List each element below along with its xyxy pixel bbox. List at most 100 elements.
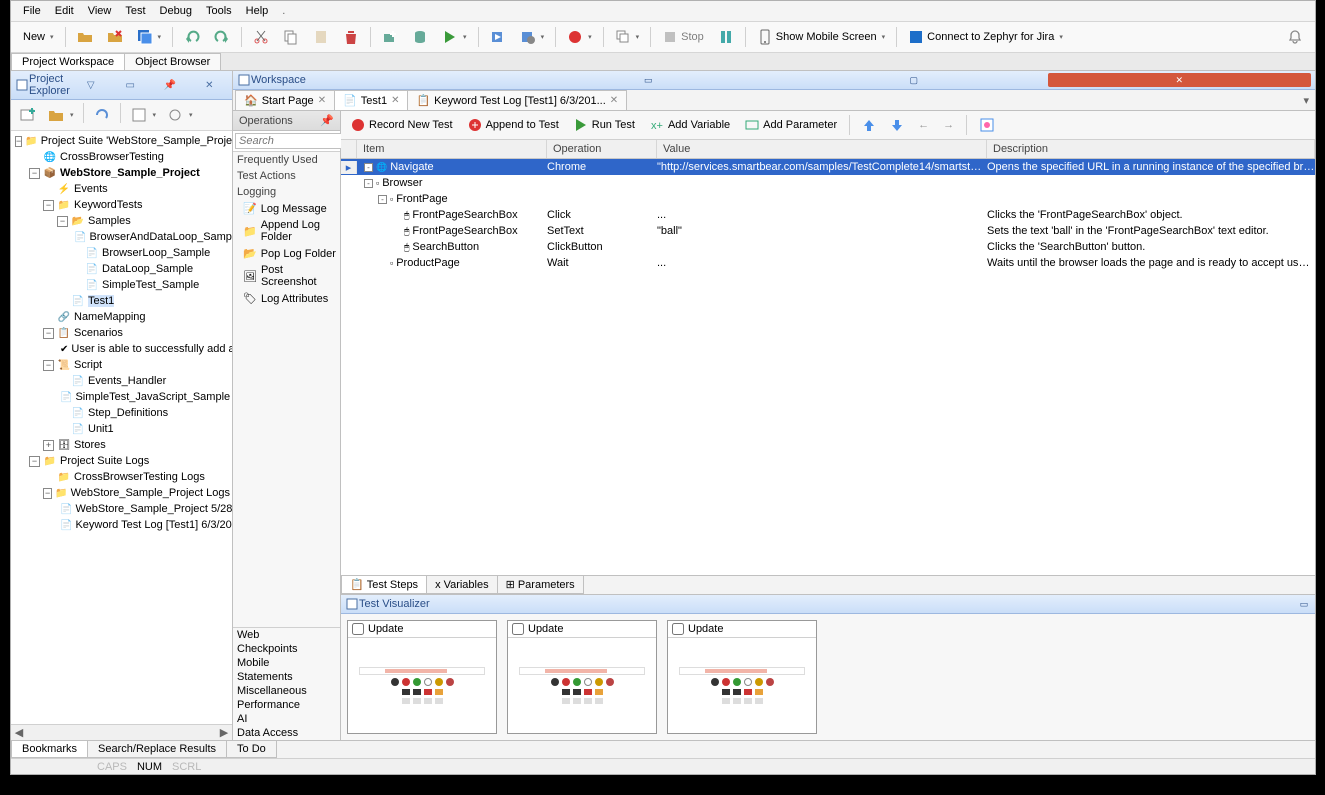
tv-collapse-icon[interactable]: ▭: [1297, 597, 1311, 611]
move-up-icon[interactable]: [857, 115, 881, 135]
col-value[interactable]: Value: [657, 140, 987, 158]
redo-icon[interactable]: [208, 25, 236, 49]
add-folder-icon[interactable]: ▾: [43, 103, 78, 127]
ops-cat[interactable]: Mobile: [233, 656, 340, 670]
ops-cat[interactable]: Statements: [233, 670, 340, 684]
visualizer-thumb[interactable]: Update: [347, 620, 497, 734]
visualizer-thumb[interactable]: Update: [667, 620, 817, 734]
tab-start-page[interactable]: 🏠Start Page✕: [235, 90, 335, 110]
menu-tools[interactable]: Tools: [200, 3, 238, 19]
tree-item[interactable]: KeywordTests: [74, 199, 142, 211]
run-project-icon[interactable]: [484, 25, 512, 49]
copy-icon[interactable]: [277, 25, 305, 49]
paste-icon[interactable]: [307, 25, 335, 49]
keyword-row[interactable]: 🖱FrontPageSearchBoxClick...Clicks the 'F…: [341, 207, 1315, 223]
run-test-button[interactable]: Run Test: [568, 114, 640, 136]
tab-object-browser[interactable]: Object Browser: [124, 53, 221, 70]
update-checkbox[interactable]: [512, 623, 524, 635]
tree-item[interactable]: BrowserLoop_Sample: [102, 247, 210, 259]
col-item[interactable]: Item: [357, 140, 547, 158]
ops-cat[interactable]: Logging: [233, 184, 340, 200]
tab-test-steps[interactable]: 📋Test Steps: [341, 576, 427, 594]
options-icon[interactable]: ▾: [162, 103, 197, 127]
menu-view[interactable]: View: [82, 3, 118, 19]
keyword-rows[interactable]: ▸-🌐NavigateChrome"http://services.smartb…: [341, 159, 1315, 575]
ops-cat[interactable]: Data Access: [233, 726, 340, 740]
visualizer-thumb[interactable]: Update: [507, 620, 657, 734]
tree-item[interactable]: WebStore_Sample_Project Logs: [71, 487, 230, 499]
close-panel-icon[interactable]: ✕: [191, 78, 229, 92]
run-settings-icon[interactable]: ▾: [514, 25, 551, 49]
record-new-test-button[interactable]: Record New Test: [345, 114, 458, 136]
ws-max-icon[interactable]: ▢: [782, 73, 1046, 87]
expand-all-icon[interactable]: ▾: [126, 103, 161, 127]
keyword-row[interactable]: ▸-🌐NavigateChrome"http://services.smartb…: [341, 159, 1315, 175]
keyword-row[interactable]: -▫Browser: [341, 175, 1315, 191]
open-x-icon[interactable]: [101, 25, 129, 49]
tree-item[interactable]: Step_Definitions: [88, 407, 168, 419]
add-variable-button[interactable]: x+Add Variable: [644, 114, 735, 136]
tree-item[interactable]: Unit1: [88, 423, 114, 435]
menu-edit[interactable]: Edit: [49, 3, 80, 19]
tab-project-workspace[interactable]: Project Workspace: [11, 53, 125, 70]
save-all-icon[interactable]: ▾: [131, 25, 168, 49]
ops-cat[interactable]: Web: [233, 628, 340, 642]
clone-dropdown-icon[interactable]: ▾: [609, 25, 646, 49]
menu-more-icon[interactable]: .: [276, 3, 291, 19]
tab-parameters[interactable]: ⊞Parameters: [497, 576, 584, 594]
close-tab-icon[interactable]: ✕: [391, 95, 399, 106]
keyword-row[interactable]: 🖱FrontPageSearchBoxSetText"ball"Sets the…: [341, 223, 1315, 239]
record-icon[interactable]: ▾: [561, 25, 598, 49]
col-description[interactable]: Description: [987, 140, 1315, 158]
show-mobile-button[interactable]: Show Mobile Screen▾: [751, 25, 891, 49]
keyword-row[interactable]: -▫FrontPage: [341, 191, 1315, 207]
tab-variables[interactable]: xVariables: [426, 576, 498, 594]
update-checkbox[interactable]: [672, 623, 684, 635]
tab-test1[interactable]: 📄Test1✕: [334, 90, 408, 110]
tree-item[interactable]: BrowserAndDataLoop_Sample: [89, 231, 232, 243]
tree-item[interactable]: NameMapping: [74, 311, 146, 323]
tree-item[interactable]: Scenarios: [74, 327, 123, 339]
tree-item-selected[interactable]: Test1: [88, 295, 114, 307]
tree-item[interactable]: Keyword Test Log [Test1] 6/3/2019 3:10:3…: [75, 519, 232, 531]
ops-item[interactable]: 📝Log Message: [233, 200, 340, 217]
ops-item[interactable]: 📁Append Log Folder: [233, 217, 340, 245]
indent-icon[interactable]: →: [938, 116, 959, 134]
ops-cat[interactable]: Miscellaneous: [233, 684, 340, 698]
stop-button[interactable]: Stop: [656, 25, 710, 49]
db-icon[interactable]: [406, 25, 434, 49]
ops-cat[interactable]: Performance: [233, 698, 340, 712]
filter-icon[interactable]: ▽: [72, 78, 110, 92]
pause-icon[interactable]: [712, 25, 740, 49]
ops-cat[interactable]: AI: [233, 712, 340, 726]
menu-debug[interactable]: Debug: [154, 3, 198, 19]
ops-pin-icon[interactable]: 📌: [320, 114, 334, 127]
ops-cat[interactable]: Frequently Used: [233, 152, 340, 168]
col-operation[interactable]: Operation: [547, 140, 657, 158]
tree-item[interactable]: WebStore_Sample_Project: [60, 167, 200, 179]
ws-close-icon[interactable]: ✕: [1048, 73, 1312, 87]
tree-item[interactable]: WebStore_Sample_Project 5/28/2019 11:02:…: [75, 503, 232, 515]
move-down-icon[interactable]: [885, 115, 909, 135]
tree-item[interactable]: Project Suite Logs: [60, 455, 149, 467]
outdent-icon[interactable]: ←: [913, 116, 934, 134]
ops-item[interactable]: 🏷Log Attributes: [233, 290, 340, 307]
tab-todo[interactable]: To Do: [226, 741, 277, 758]
tree-item[interactable]: Stores: [74, 439, 106, 451]
ops-item[interactable]: 🖼Post Screenshot: [233, 262, 340, 290]
add-parameter-button[interactable]: Add Parameter: [739, 114, 842, 136]
tree-item[interactable]: SimpleTest_Sample: [102, 279, 199, 291]
tree-item[interactable]: CrossBrowserTesting: [60, 151, 164, 163]
keyword-row[interactable]: 🖱SearchButtonClickButtonClicks the 'Sear…: [341, 239, 1315, 255]
undo-icon[interactable]: [178, 25, 206, 49]
collapse-icon[interactable]: ▭: [111, 78, 149, 92]
tab-search-replace[interactable]: Search/Replace Results: [87, 741, 227, 758]
menu-test[interactable]: Test: [119, 3, 151, 19]
tab-keyword-log[interactable]: 📋Keyword Test Log [Test1] 6/3/201...✕: [407, 90, 627, 110]
connect-zephyr-button[interactable]: Connect to Zephyr for Jira▾: [902, 25, 1069, 49]
ops-cat[interactable]: Test Actions: [233, 168, 340, 184]
tree-item[interactable]: Events_Handler: [88, 375, 166, 387]
open-icon[interactable]: [71, 25, 99, 49]
tree-item[interactable]: Script: [74, 359, 102, 371]
ops-cat[interactable]: Checkpoints: [233, 642, 340, 656]
